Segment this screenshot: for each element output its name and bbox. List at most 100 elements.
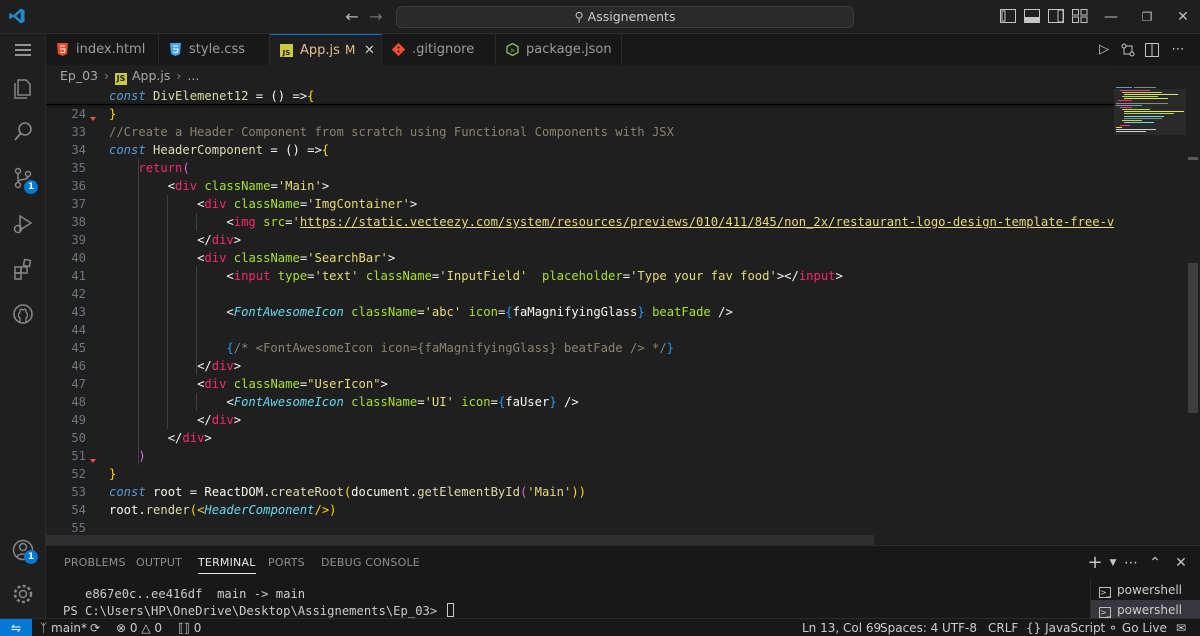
tab-index-html[interactable]: index.html: [46, 34, 159, 65]
toggle-primary-sidebar-icon[interactable]: [1000, 9, 1016, 23]
code-line: 33 }: [46, 105, 1114, 139]
minimize-window-icon[interactable]: —: [1100, 6, 1122, 28]
tab-ports[interactable]: PORTS: [268, 546, 305, 580]
github-icon[interactable]: [9, 300, 37, 328]
line-ending[interactable]: CRLF: [988, 619, 1018, 636]
settings-gear-icon[interactable]: [9, 580, 37, 608]
close-tab-icon[interactable]: ✕: [364, 35, 375, 66]
image-url-link[interactable]: https://static.vecteezy.com/system/resou…: [300, 215, 1114, 229]
tab-style-css[interactable]: style.css: [159, 34, 270, 65]
scrollbar-thumb[interactable]: [1188, 263, 1198, 413]
terminal-prompt-line[interactable]: PS C:\Users\HP\OneDrive\Desktop\Assignem…: [63, 603, 454, 618]
toggle-secondary-sidebar-icon[interactable]: [1048, 9, 1064, 23]
tab-terminal[interactable]: TERMINAL: [198, 546, 256, 580]
sync-icon[interactable]: ⟳: [90, 619, 100, 636]
terminal-instance[interactable]: >_ powershell: [1099, 580, 1199, 600]
html-file-icon: [57, 43, 68, 56]
code-line: 35 const HeaderComponent = () =>{: [46, 141, 1114, 175]
status-bar: ⇋ ᛉ main* ⟳ ⊗ 0 △ 0 ⟦⟧ 0 Ln 13, Col 69 S…: [0, 618, 1200, 636]
warning-icon: △: [141, 621, 151, 635]
breadcrumb-file[interactable]: App.js: [132, 68, 170, 83]
title-bar: ← → ⚲ Assignements — ❐ ✕: [0, 0, 1200, 34]
terminal-name: powershell: [1117, 603, 1182, 617]
code-line: 52 ): [46, 447, 1114, 481]
more-actions-icon[interactable]: ⋯: [1122, 554, 1140, 572]
language-mode[interactable]: {} JavaScript: [1026, 619, 1105, 636]
tab-problems[interactable]: PROBLEMS: [64, 546, 126, 580]
cursor-position[interactable]: Ln 13, Col 69: [802, 619, 881, 636]
code-line: 48 <div className="UserIcon">: [46, 375, 1114, 409]
vertical-scrollbar[interactable]: [1186, 87, 1200, 545]
breadcrumb-more[interactable]: ...: [187, 68, 199, 83]
tab-package-json[interactable]: js package.json: [496, 34, 622, 65]
code-line: 46 {/* <FontAwesomeIcon icon={faMagnifyi…: [46, 339, 1114, 373]
code-line: 34 //Create a Header Component from scra…: [46, 123, 1114, 157]
source-control-badge: 1: [24, 180, 38, 194]
editor-tab-bar: index.html style.css JS App.js M ✕ .giti…: [46, 34, 1200, 65]
tab-label: index.html: [76, 42, 146, 57]
json-file-icon: js: [506, 43, 519, 56]
git-file-icon: [392, 43, 405, 56]
terminal-prompt: PS C:\Users\HP\OneDrive\Desktop\Assignem…: [63, 604, 445, 618]
new-terminal-plus-icon[interactable]: +: [1086, 554, 1104, 572]
go-live-label: Go Live: [1121, 621, 1167, 635]
code-line: 40 </div>: [46, 231, 1114, 265]
bottom-panel: PROBLEMS OUTPUT TERMINAL PORTS DEBUG CON…: [46, 545, 1200, 620]
remote-indicator-icon[interactable]: ⇋: [0, 619, 32, 636]
code-line: 49 <FontAwesomeIcon className='UI' icon=…: [46, 393, 1114, 427]
split-editor-icon[interactable]: [1144, 42, 1160, 58]
restore-window-icon[interactable]: ❐: [1136, 6, 1158, 28]
terminal-list: >_ powershell >_ powershell: [1090, 578, 1200, 620]
toggle-panel-icon[interactable]: [1024, 9, 1040, 23]
broadcast-icon: ⚬: [1108, 621, 1119, 635]
search-icon: ⚲: [574, 9, 584, 24]
terminal-cursor: [446, 603, 454, 617]
horizontal-scrollbar[interactable]: [46, 535, 874, 545]
forward-arrow-icon[interactable]: →: [366, 7, 386, 27]
customize-layout-icon[interactable]: [1072, 9, 1088, 23]
code-line: 37 <div className='Main'>: [46, 177, 1114, 211]
encoding[interactable]: UTF-8: [942, 619, 977, 636]
chevron-right-icon: ›: [104, 68, 109, 83]
open-changes-icon[interactable]: [1120, 42, 1136, 58]
powershell-icon: >_: [1099, 587, 1111, 598]
tab-gitignore[interactable]: .gitignore: [382, 34, 496, 65]
workspace-name: Assignements: [587, 9, 676, 24]
branch-name: main*: [51, 621, 88, 635]
close-window-icon[interactable]: ✕: [1172, 6, 1194, 28]
menu-icon[interactable]: [9, 36, 37, 64]
ports-indicator[interactable]: ⟦⟧ 0: [178, 619, 201, 636]
run-and-debug-icon[interactable]: [9, 210, 37, 238]
error-count: 0: [129, 621, 138, 635]
minimap[interactable]: [1114, 87, 1186, 545]
git-branch[interactable]: ᛉ main*: [40, 619, 87, 636]
code-line: 47 </div>: [46, 357, 1114, 391]
breadcrumb-folder[interactable]: Ep_03: [60, 68, 98, 83]
indentation[interactable]: Spaces: 4: [880, 619, 938, 636]
notifications-bell-icon[interactable]: ✉: [1176, 619, 1186, 636]
tab-label: package.json: [526, 42, 612, 57]
tab-app-js[interactable]: JS App.js M ✕: [270, 34, 382, 65]
code-line: 39 <img src='https://static.vecteezy.com…: [46, 213, 1114, 247]
back-arrow-icon[interactable]: ←: [342, 7, 362, 27]
search-view-icon[interactable]: [9, 118, 37, 146]
tab-debug-console[interactable]: DEBUG CONSOLE: [321, 546, 420, 580]
js-file-icon: JS: [280, 44, 293, 57]
chevron-down-icon[interactable]: ▼: [1104, 554, 1122, 572]
vscode-logo-icon[interactable]: [8, 7, 26, 25]
code-line: 42 <input type='text' className='InputFi…: [46, 267, 1114, 301]
maximize-panel-icon[interactable]: ⌃: [1146, 554, 1164, 572]
command-center-search[interactable]: ⚲ Assignements: [396, 6, 854, 28]
code-editor[interactable]: 24 const DivElemenet12 = () =>{ 33 } 34 …: [46, 87, 1114, 545]
extensions-icon[interactable]: [9, 256, 37, 284]
branch-icon: ᛉ: [40, 621, 48, 635]
run-code-icon[interactable]: ▷: [1096, 42, 1112, 58]
close-panel-icon[interactable]: ✕: [1172, 554, 1190, 572]
tab-output[interactable]: OUTPUT: [136, 546, 182, 580]
terminal-instance-active[interactable]: >_ powershell: [1091, 600, 1200, 620]
problems-count[interactable]: ⊗ 0 △ 0: [116, 619, 162, 636]
explorer-icon[interactable]: [9, 74, 37, 102]
go-live-button[interactable]: ⚬ Go Live: [1108, 619, 1167, 636]
more-actions-icon[interactable]: ⋯: [1170, 42, 1186, 58]
minimap-preview: [1114, 87, 1186, 135]
